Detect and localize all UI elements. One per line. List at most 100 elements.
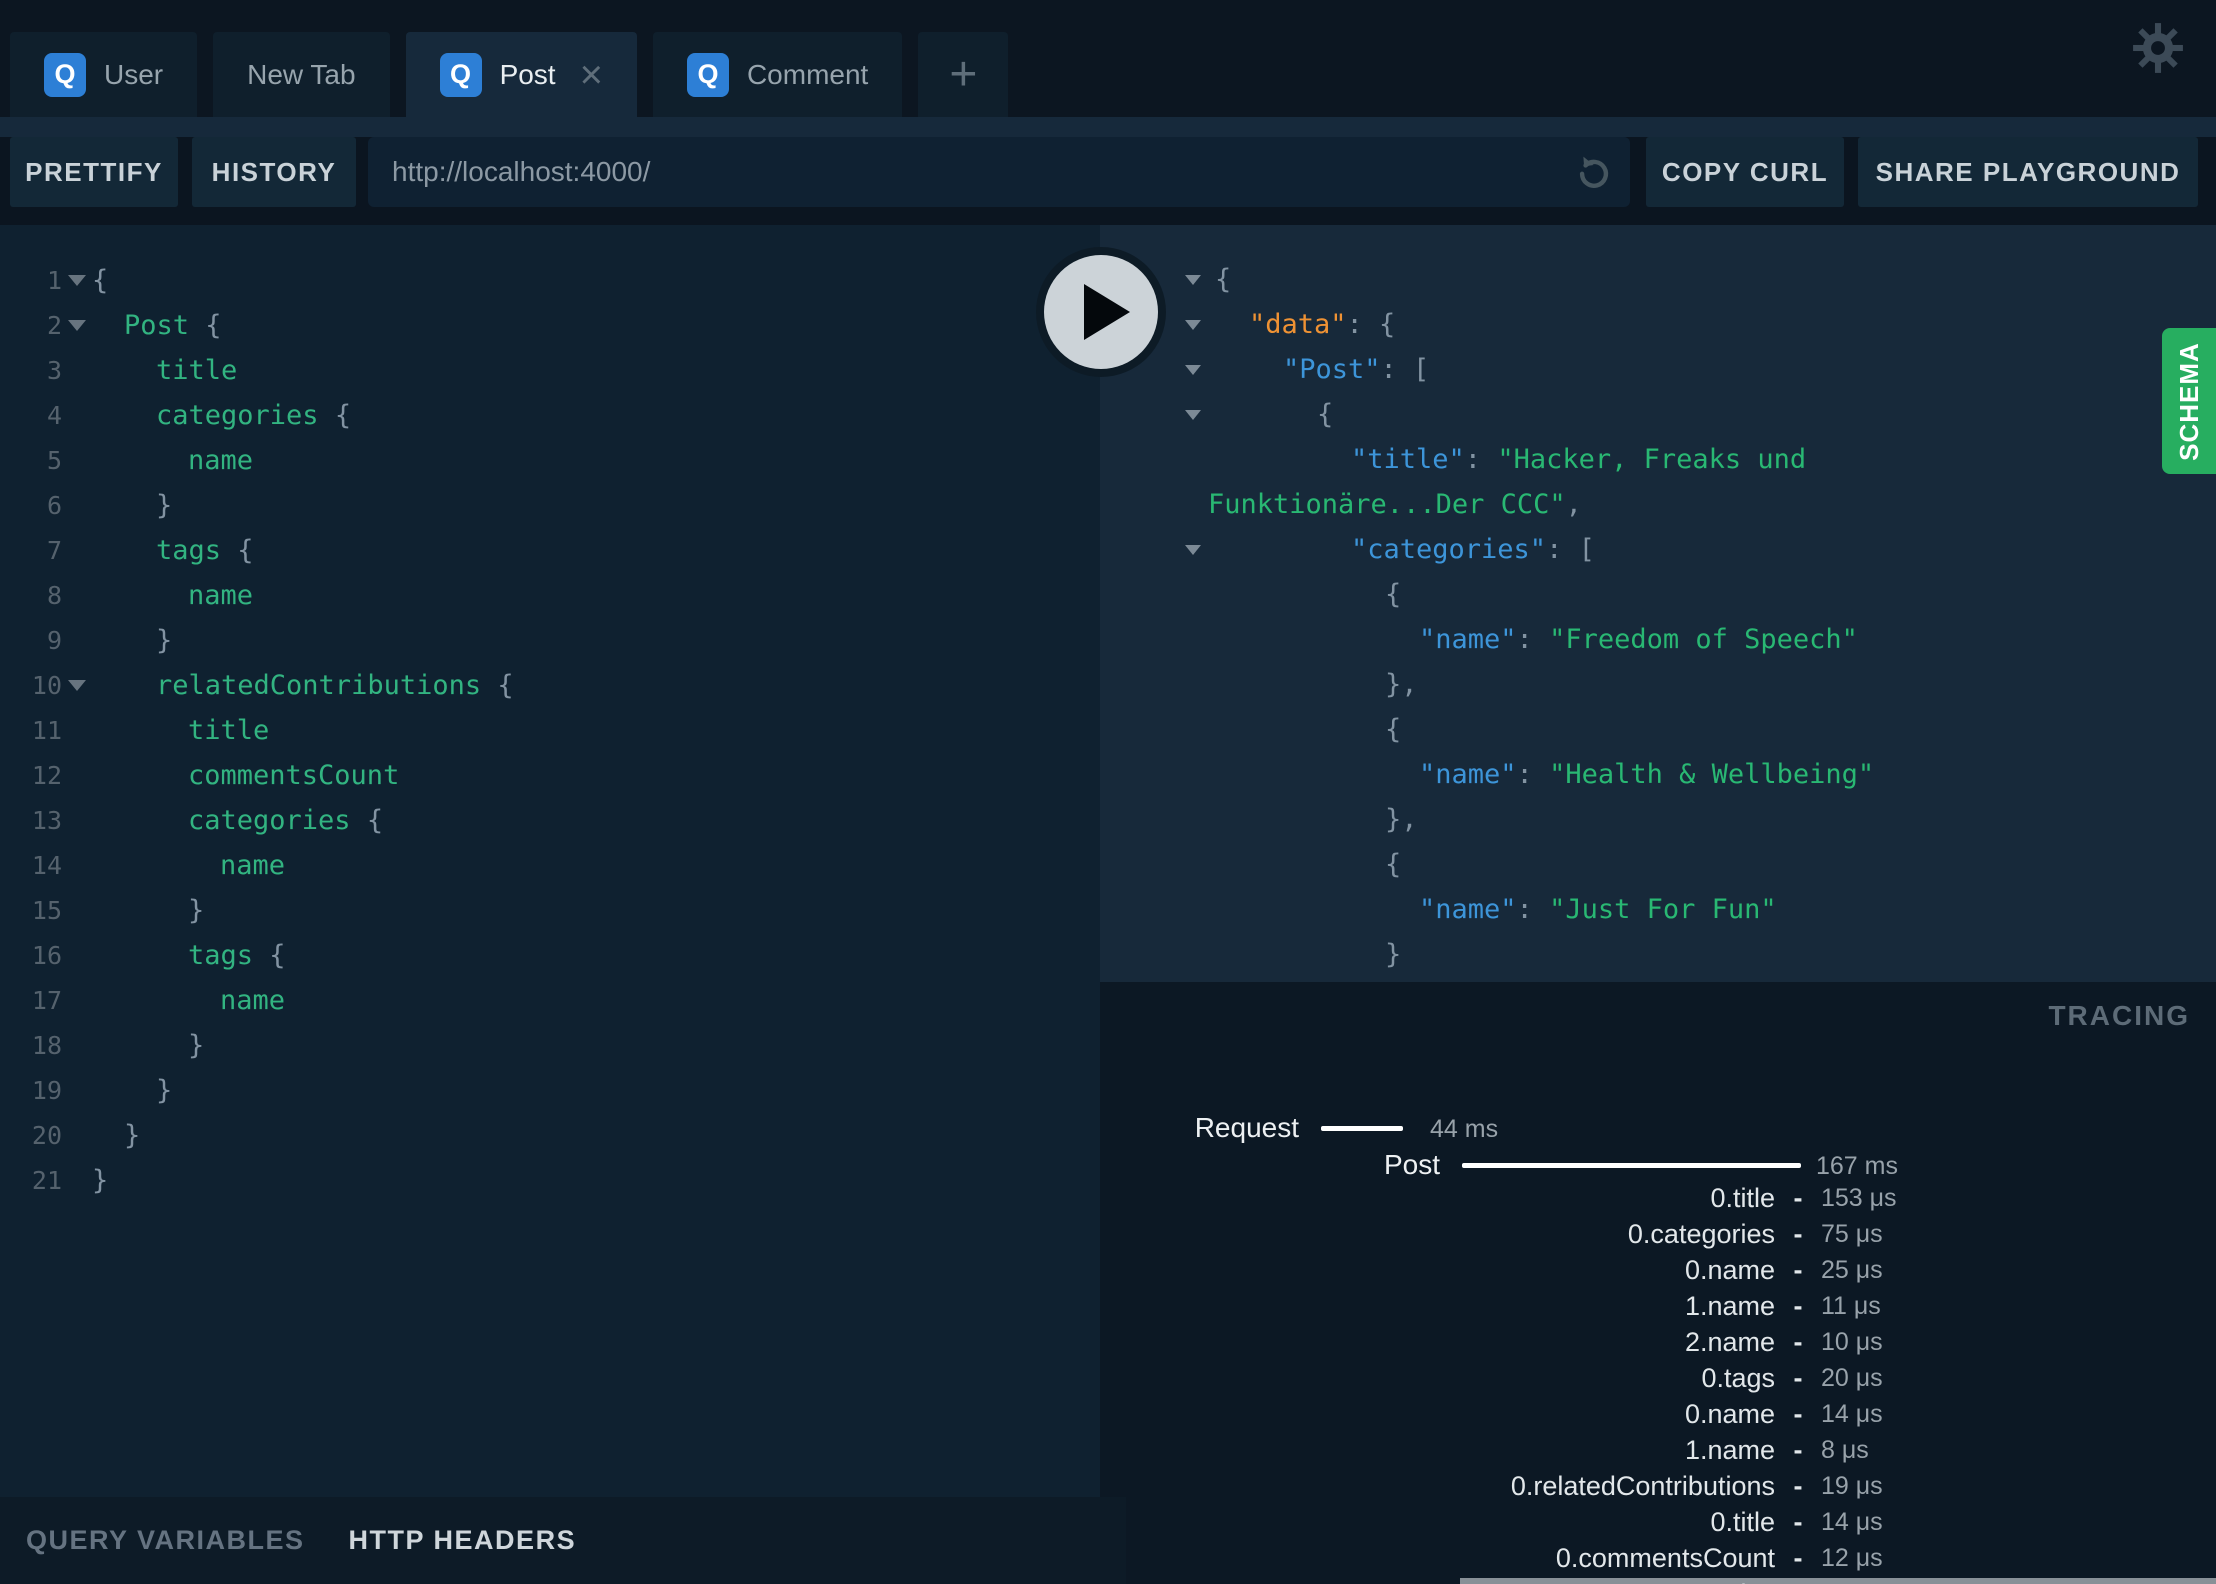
line-number: 21 <box>31 1166 62 1195</box>
response-row: { <box>1100 842 2216 887</box>
field-path: 0.commentsCount <box>1555 1542 1775 1573</box>
editor-line: 8 name <box>0 573 1100 618</box>
code-token: : <box>1464 444 1498 475</box>
fold-arrow-icon[interactable] <box>62 275 92 286</box>
span-label: Request <box>1194 1112 1299 1143</box>
code-text: Post { <box>92 310 222 341</box>
editor-line: 12 commentsCount <box>0 753 1100 798</box>
add-tab-button[interactable]: + <box>918 32 1009 117</box>
share-playground-button[interactable]: SHARE PLAYGROUND <box>1858 137 2198 207</box>
line-number: 18 <box>31 1031 62 1060</box>
code-token: "categories" <box>1351 534 1547 565</box>
execute-query-button[interactable] <box>1036 247 1166 377</box>
code-token: { <box>221 535 254 566</box>
tab-user[interactable]: Q User <box>10 32 198 117</box>
line-number: 8 <box>46 581 62 610</box>
response-text: { <box>1385 714 1401 745</box>
response-text: } <box>1385 939 1401 970</box>
tracing-panel: TRACING Request 44 ms Post 167 ms 0.title -15… <box>1100 982 2216 1584</box>
tracing-field-row: 1.name -11 μs <box>1100 1288 2216 1324</box>
tab-label: Comment <box>746 58 869 90</box>
field-duration: 10 μs <box>1821 1327 1883 1356</box>
settings-gear-icon[interactable] <box>2132 22 2184 74</box>
code-text: } <box>92 625 172 656</box>
tabs-container: Q User New Tab Q Post × Q Comment + <box>10 32 1009 117</box>
line-number: 16 <box>31 941 62 970</box>
fold-arrow-icon[interactable] <box>62 680 92 691</box>
response-text: }, <box>1385 669 1418 700</box>
tracing-field-row: 2.name -10 μs <box>1100 1324 2216 1360</box>
fold-arrow-icon[interactable] <box>1185 409 1201 420</box>
line-number: 9 <box>46 626 62 655</box>
code-token: } <box>92 1165 109 1196</box>
schema-tab[interactable]: SCHEMA <box>2162 328 2216 474</box>
fold-arrow-icon[interactable] <box>1185 274 1201 285</box>
response-text: { <box>1215 264 1231 295</box>
response-row: } <box>1100 932 2216 977</box>
line-number: 1 <box>46 266 62 295</box>
field-path: 0.categories <box>1627 1218 1775 1249</box>
endpoint-url-input[interactable]: http://localhost:4000/ <box>368 137 1630 207</box>
editor-line: 18} <box>0 1023 1100 1068</box>
response-row: { <box>1100 257 2216 302</box>
code-text: name <box>92 850 285 881</box>
close-tab-icon[interactable]: × <box>580 55 603 95</box>
code-token: } <box>156 490 173 521</box>
tracing-field-row: 1.name -8 μs <box>1100 1432 2216 1468</box>
editor-line: 5 name <box>0 438 1100 483</box>
editor-line: 20} <box>0 1113 1100 1158</box>
editor-line: 4 categories { <box>0 393 1100 438</box>
prettify-button[interactable]: PRETTIFY <box>10 137 178 207</box>
history-button[interactable]: HISTORY <box>192 137 356 207</box>
code-token: relatedContributions <box>156 670 482 701</box>
field-path: 2.name <box>1684 1326 1775 1357</box>
field-path: 0.name <box>1684 1254 1775 1285</box>
editor-line: 16 tags { <box>0 933 1100 978</box>
editor-line: 14 name <box>0 843 1100 888</box>
tab-comment[interactable]: Q Comment <box>652 32 903 117</box>
response-text: "categories": [ <box>1351 534 1595 565</box>
query-editor[interactable]: 1{2 Post {3 title 4 categories {5 name 6} 7 tags… <box>0 225 1100 1497</box>
field-path: 0.tags <box>1701 1362 1775 1393</box>
fold-arrow-icon[interactable] <box>1185 319 1201 330</box>
editor-line: 1{ <box>0 258 1100 303</box>
query-variables-tab[interactable]: QUERY VARIABLES <box>26 1525 305 1556</box>
editor-line: 17 name <box>0 978 1100 1023</box>
code-token: : [ <box>1546 534 1595 565</box>
tab-bar: Q User New Tab Q Post × Q Comment + <box>0 0 2216 117</box>
tab-post[interactable]: Q Post × <box>405 32 637 117</box>
fold-arrow-icon[interactable] <box>62 320 92 331</box>
code-token: { <box>1215 264 1232 295</box>
tab-new-tab[interactable]: New Tab <box>213 32 390 117</box>
editor-line: 7 tags { <box>0 528 1100 573</box>
response-text: "title": "Hacker, Freaks und <box>1351 444 1806 475</box>
field-duration: 8 μs <box>1821 1435 1869 1464</box>
code-text: } <box>92 490 172 521</box>
reload-schema-icon[interactable] <box>1572 150 1616 194</box>
tabbar-active-strip <box>0 117 2216 137</box>
line-number: 4 <box>46 401 62 430</box>
toolbar: PRETTIFY HISTORY http://localhost:4000/ … <box>0 137 2216 225</box>
code-token: { <box>253 940 286 971</box>
response-row: { <box>1100 392 2216 437</box>
tracing-field-row: 0.name -14 μs <box>1100 1396 2216 1432</box>
line-number: 5 <box>46 446 62 475</box>
field-duration: 153 μs <box>1821 1183 1897 1212</box>
field-separator: - <box>1793 1362 1803 1393</box>
line-number: 3 <box>46 356 62 385</box>
code-token: tags <box>188 940 254 971</box>
field-path: 0.relatedContributions <box>1510 1470 1775 1501</box>
code-token: { <box>350 805 384 836</box>
editor-line: 19} <box>0 1068 1100 1113</box>
editor-line: 13 categories { <box>0 798 1100 843</box>
copy-curl-button[interactable]: COPY CURL <box>1646 137 1844 207</box>
http-headers-tab[interactable]: HTTP HEADERS <box>349 1525 577 1556</box>
code-token: name <box>188 445 254 476</box>
code-token: tags <box>156 535 222 566</box>
code-token: Post <box>124 310 190 341</box>
code-text: { <box>92 265 108 296</box>
code-token: categories <box>188 805 351 836</box>
fold-arrow-icon[interactable] <box>1185 544 1201 555</box>
fold-arrow-icon[interactable] <box>1185 364 1201 375</box>
response-row: { <box>1100 707 2216 752</box>
